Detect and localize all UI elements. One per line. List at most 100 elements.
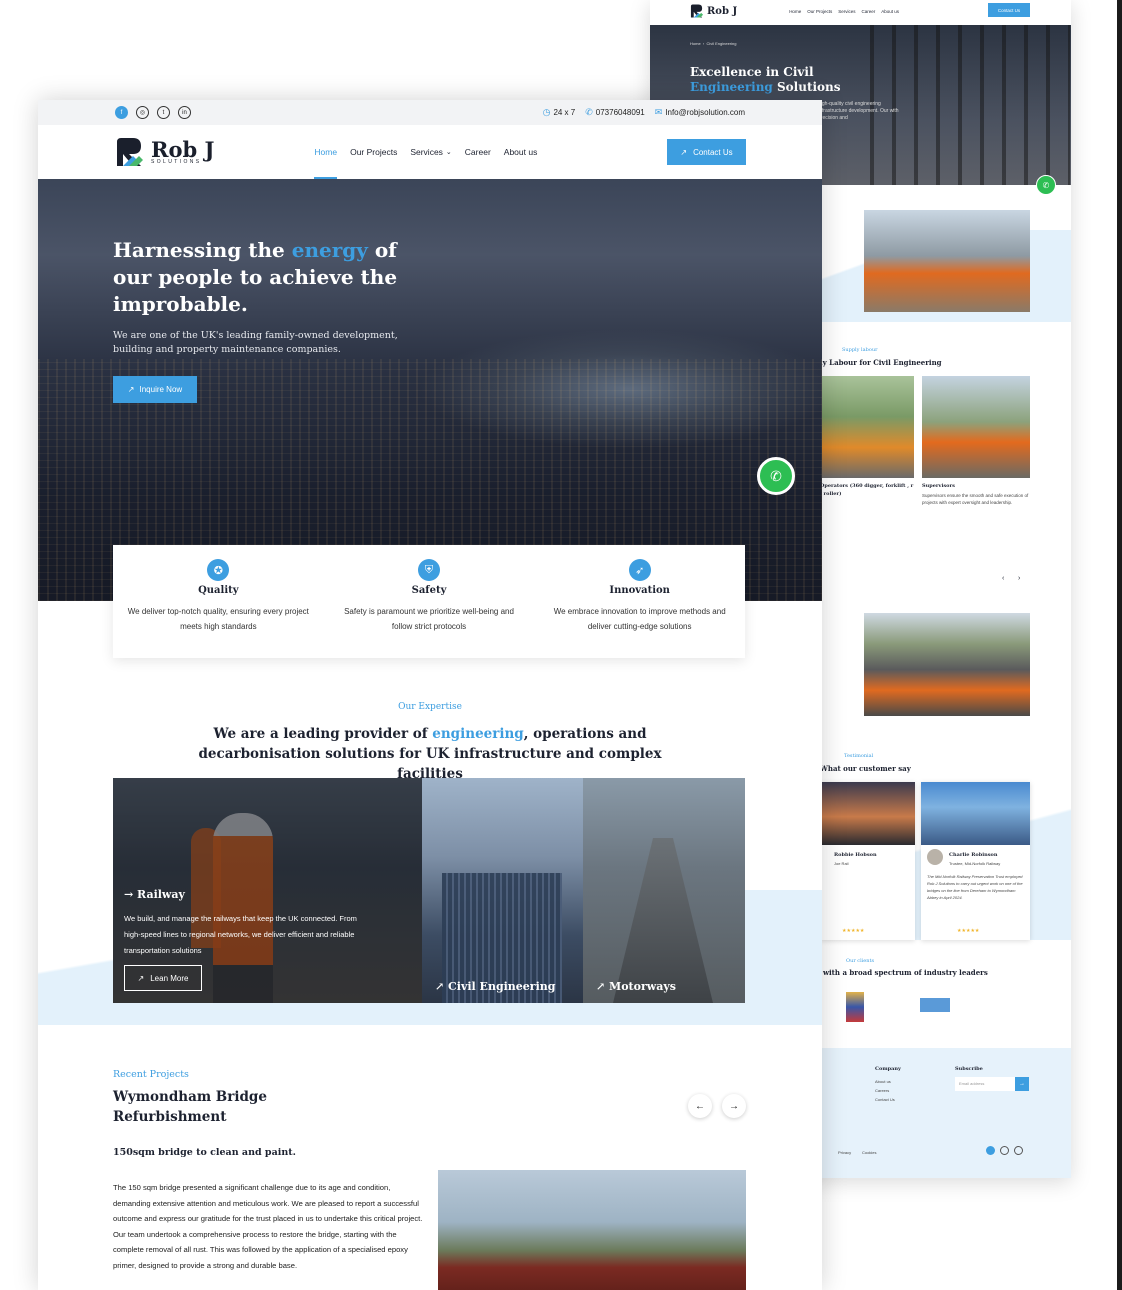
feature-title: Innovation [609, 585, 670, 596]
bg-client-logo-1 [846, 992, 864, 1022]
inquire-now-label: Inquire Now [139, 385, 183, 394]
arrow-left-icon[interactable]: ← [688, 1094, 712, 1118]
feature-safety: ⛨ Safety Safety is paramount we prioriti… [324, 545, 535, 658]
feature-title: Safety [411, 585, 447, 596]
nav-services-label: Services [410, 147, 443, 157]
navbar: Rob J SOLUTIONS Home Our Projects Servic… [38, 125, 822, 179]
nav-our-projects[interactable]: Our Projects [350, 125, 397, 179]
arrow-up-right-icon: ↗ [127, 385, 135, 394]
hours-text: 24 x 7 [553, 108, 576, 117]
bg-footer-twitter-icon[interactable] [1014, 1146, 1023, 1155]
bg-testimonial-2-image [921, 782, 1030, 845]
bg-testimonial-title: What our customer say [820, 764, 911, 773]
mail-icon: ✉ [654, 107, 663, 117]
bg-bridge-image [864, 613, 1030, 716]
bg-nav-services[interactable]: Services [838, 9, 855, 14]
bg-supervisors-title: Supervisors [922, 483, 955, 489]
nav-services[interactable]: Services ⌄ [410, 125, 451, 179]
road-shape [613, 838, 713, 1003]
contact-us-button[interactable]: ↗ Contact Us [667, 139, 746, 165]
bg-testimonial-1-name: Robbie Hobson [834, 852, 877, 858]
twitter-icon[interactable]: t [157, 106, 170, 119]
bg-testimonial-1-role: Joe Rail [834, 861, 849, 866]
bg-navbar: Rob J Home Our Projects Services Career … [650, 0, 1071, 22]
main-menu: Home Our Projects Services ⌄ Career About… [314, 125, 537, 179]
bg-footer-linkedin-icon[interactable] [1000, 1146, 1009, 1155]
chevron-down-icon: ⌄ [445, 149, 452, 156]
facebook-icon[interactable]: f [115, 106, 128, 119]
bg-footer-company-title: Company [875, 1066, 901, 1072]
phone-icon: ✆ [585, 107, 593, 117]
bg-footer-link-contact[interactable]: Contact Us [875, 1096, 895, 1103]
civil-engineering-card-title: ↗ Civil Engineering [435, 980, 556, 993]
motorways-card[interactable]: ↗ Motorways [583, 778, 745, 1003]
arrow-right-icon[interactable]: → [722, 1094, 746, 1118]
bg-subscribe-arrow-icon[interactable]: → [1015, 1077, 1029, 1091]
feature-text: Safety is paramount we prioritize well-b… [344, 607, 514, 631]
hero-subtitle: We are one of the UK's leading family-ow… [113, 330, 398, 355]
quality-badge-icon: ✪ [207, 559, 230, 581]
bg-testimonial-1-image [820, 782, 915, 845]
whatsapp-icon[interactable]: ✆ [757, 457, 795, 495]
motorways-card-title: ↗ Motorways [596, 980, 676, 993]
inquire-now-button[interactable]: ↗ Inquire Now [113, 376, 197, 403]
feature-innovation: ➶ Innovation We embrace innovation to im… [534, 545, 745, 658]
nav-career[interactable]: Career [465, 125, 491, 179]
bg-avatar [927, 849, 943, 865]
logo[interactable]: Rob J SOLUTIONS [115, 136, 214, 168]
bg-footer-facebook-icon[interactable] [986, 1146, 995, 1155]
bg-nav-about[interactable]: About us [881, 9, 899, 14]
email-text: Info@robjsolution.com [665, 108, 745, 117]
social-links: f ◎ t in [115, 106, 191, 119]
bg-contact-button[interactable]: Contact Us [988, 3, 1030, 17]
bg-carousel-next-icon[interactable]: › [1018, 575, 1020, 582]
instagram-icon[interactable]: ◎ [136, 106, 149, 119]
bg-testimonial-2-stars: ★★★★★ [957, 928, 980, 934]
civil-engineering-card[interactable]: ↗ Civil Engineering [422, 778, 583, 1003]
contact-info: ◷ 24 x 7 ✆ 07376048091 ✉ Info@robjsolution.… [543, 107, 745, 118]
bg-client-logo-2 [920, 998, 950, 1012]
email-info[interactable]: ✉ Info@robjsolution.com [655, 107, 745, 118]
bg-footer-privacy[interactable]: Privacy [838, 1149, 851, 1156]
phone-text: 07376048091 [595, 108, 645, 117]
contact-us-label: Contact Us [693, 147, 733, 157]
hero-section: Harnessing the energy of our people to a… [38, 179, 822, 601]
top-bar: f ◎ t in ◷ 24 x 7 ✆ 07376048091 ✉ Info@robj… [38, 100, 822, 125]
bg-nav-home[interactable]: Home [789, 9, 801, 14]
bg-carousel-prev-icon[interactable]: ‹ [1002, 575, 1004, 582]
bg-footer-link-about[interactable]: About us [875, 1078, 891, 1085]
learn-more-label: Lean More [150, 973, 189, 983]
learn-more-button[interactable]: ↗ Lean More [124, 965, 202, 991]
feature-title: Quality [198, 585, 239, 596]
logo-text: Rob J SOLUTIONS [151, 139, 214, 165]
nav-home[interactable]: Home [314, 125, 337, 179]
bg-testimonial-1-stars: ★★★★★ [842, 928, 865, 934]
project-carousel-controls: ← → [688, 1094, 746, 1118]
phone-info[interactable]: ✆ 07376048091 [585, 107, 645, 118]
bg-nav-projects[interactable]: Our Projects [807, 9, 832, 14]
bg-footer-link-careers[interactable]: Careers [875, 1087, 889, 1094]
bg-email-input[interactable]: Email address [955, 1077, 1015, 1091]
bg-footer-cookies[interactable]: Cookies [862, 1149, 876, 1156]
bg-menu: Home Our Projects Services Career About … [789, 9, 899, 14]
window-edge [1117, 0, 1122, 1290]
project-bridge-image [438, 1170, 746, 1290]
bg-whatsapp-icon[interactable]: ✆ [1036, 175, 1056, 195]
arrow-up-right-icon: ↗ [680, 147, 688, 157]
nav-about-us[interactable]: About us [504, 125, 538, 179]
bg-workers-image [864, 210, 1030, 312]
bg-breadcrumb: Home › Civil Engineering [690, 41, 737, 46]
bg-nav-career[interactable]: Career [861, 9, 875, 14]
project-paragraph-1: The 150 sqm bridge presented a significa… [113, 1183, 423, 1223]
railway-card-title: → Railway [124, 888, 185, 901]
railway-card[interactable]: → Railway We build, and manage the railw… [113, 778, 422, 1003]
bg-operators-image [820, 376, 914, 478]
bg-testimonial-2-name: Charlie Robinson [949, 852, 998, 858]
linkedin-icon[interactable]: in [178, 106, 191, 119]
bg-testimonial-2-text: The Mid-Norfolk Railway Preservation Tru… [927, 874, 1023, 900]
arrow-up-right-icon: ↗ [137, 973, 145, 983]
bg-supervisors-image [922, 376, 1030, 478]
bg-logo: Rob J [690, 3, 737, 19]
bg-hero-text: high-quality civil engineering infrastru… [818, 101, 899, 121]
bg-testimonial-card-2: Charlie Robinson Trustee, Mid-Norfolk Ra… [921, 782, 1030, 940]
